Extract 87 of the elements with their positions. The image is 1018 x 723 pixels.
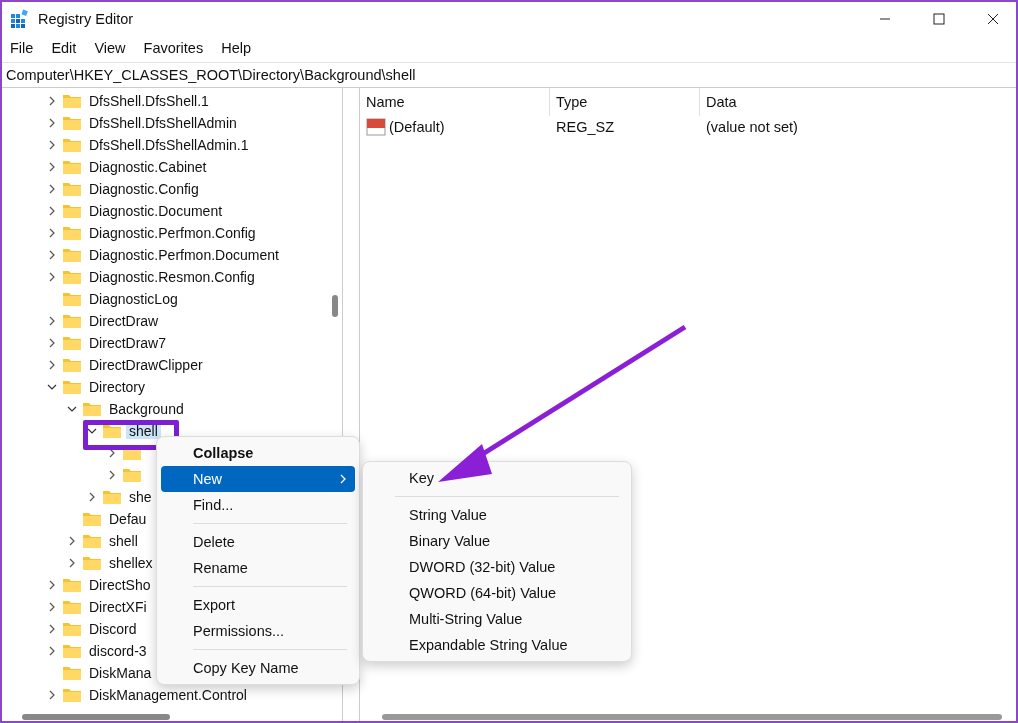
menu-item[interactable]: Find... xyxy=(161,492,355,518)
tree-item[interactable]: Diagnostic.Resmon.Config xyxy=(86,269,258,285)
tree-item[interactable]: DiskMana xyxy=(86,665,155,681)
menu-item[interactable]: QWORD (64-bit) Value xyxy=(367,580,627,606)
menu-item[interactable]: Rename xyxy=(161,555,355,581)
folder-icon xyxy=(62,269,82,285)
scrollbar-thumb[interactable] xyxy=(382,714,1002,720)
folder-icon xyxy=(62,621,82,637)
tree-item[interactable]: discord-3 xyxy=(86,643,150,659)
folder-icon xyxy=(62,665,82,681)
tree-item[interactable]: DirectXFi xyxy=(86,599,150,615)
scrollbar-thumb[interactable] xyxy=(332,295,338,317)
tree-item[interactable]: DirectDraw xyxy=(86,313,162,329)
menu-item[interactable]: Binary Value xyxy=(367,528,627,554)
menu-item[interactable]: DWORD (32-bit) Value xyxy=(367,554,627,580)
tree-item[interactable]: DirectSho xyxy=(86,577,154,593)
folder-icon xyxy=(122,467,142,483)
menu-item[interactable]: Permissions... xyxy=(161,618,355,644)
folder-icon xyxy=(62,379,82,395)
tree-item[interactable]: DirectDrawClipper xyxy=(86,357,206,373)
tree-item[interactable]: Diagnostic.Cabinet xyxy=(86,159,210,175)
scrollbar-thumb[interactable] xyxy=(22,714,170,720)
menu-item[interactable]: Multi-String Value xyxy=(367,606,627,632)
close-icon[interactable] xyxy=(987,13,999,25)
tree-item[interactable]: Diagnostic.Perfmon.Config xyxy=(86,225,259,241)
address-bar[interactable]: Computer\HKEY_CLASSES_ROOT\Directory\Background\shell xyxy=(2,62,1016,88)
menu-item[interactable]: Collapse xyxy=(161,440,355,466)
tree-item[interactable]: Diagnostic.Config xyxy=(86,181,202,197)
folder-icon xyxy=(62,643,82,659)
tree-item[interactable]: shellex xyxy=(106,555,156,571)
menu-bar-item[interactable]: Favorites xyxy=(143,40,212,56)
tree-item[interactable]: Diagnostic.Document xyxy=(86,203,226,219)
window-title: Registry Editor xyxy=(38,11,135,27)
tree-item[interactable]: DfsShell.DfsShell.1 xyxy=(86,93,212,109)
tree-item[interactable]: Defau xyxy=(106,511,150,527)
folder-icon xyxy=(102,489,122,505)
tree-item[interactable]: DiagnosticLog xyxy=(86,291,181,307)
menu-item[interactable]: Export xyxy=(161,592,355,618)
folder-icon xyxy=(62,225,82,241)
tree-item[interactable]: DirectDraw7 xyxy=(86,335,169,351)
folder-icon xyxy=(82,533,102,549)
folder-icon xyxy=(62,159,82,175)
tree-item[interactable]: DfsShell.DfsShellAdmin.1 xyxy=(86,137,252,153)
menu-item[interactable]: Copy Key Name xyxy=(161,655,355,681)
folder-icon xyxy=(62,137,82,153)
tree-item[interactable]: Diagnostic.Perfmon.Document xyxy=(86,247,282,263)
folder-icon xyxy=(62,247,82,263)
folder-icon xyxy=(82,511,102,527)
folder-icon xyxy=(62,181,82,197)
folder-icon xyxy=(62,93,82,109)
tree-item[interactable]: DfsShell.DfsShellAdmin xyxy=(86,115,240,131)
value-data: (value not set) xyxy=(705,119,799,135)
value-type: REG_SZ xyxy=(555,119,615,135)
tree-item[interactable]: shell xyxy=(106,533,141,549)
folder-icon xyxy=(62,335,82,351)
app-icon xyxy=(10,9,30,29)
folder-icon xyxy=(62,203,82,219)
folder-icon xyxy=(62,577,82,593)
folder-icon xyxy=(62,687,82,703)
maximize-icon[interactable] xyxy=(933,13,945,25)
tree-item[interactable]: Directory xyxy=(86,379,148,395)
menu-item[interactable]: New xyxy=(161,466,355,492)
column-header[interactable]: Name xyxy=(360,88,550,116)
menu-item[interactable]: Delete xyxy=(161,529,355,555)
menu-item[interactable]: Key xyxy=(367,465,627,491)
tree-item[interactable]: she xyxy=(126,489,155,505)
folder-icon xyxy=(62,115,82,131)
folder-icon xyxy=(62,291,82,307)
folder-icon xyxy=(102,423,122,439)
tree-item[interactable]: Background xyxy=(106,401,187,417)
menu-item[interactable]: Expandable String Value xyxy=(367,632,627,658)
folder-icon xyxy=(62,313,82,329)
column-header[interactable]: Type xyxy=(550,88,700,116)
value-name[interactable]: (Default) xyxy=(389,119,445,135)
tree-item[interactable]: Discord xyxy=(86,621,140,637)
folder-icon xyxy=(62,599,82,615)
menu-item[interactable]: String Value xyxy=(367,502,627,528)
column-header[interactable]: Data xyxy=(700,88,900,116)
menu-bar-item[interactable]: Help xyxy=(221,40,259,56)
string-value-icon xyxy=(366,118,386,136)
folder-icon xyxy=(62,357,82,373)
menu-bar-item[interactable]: View xyxy=(94,40,134,56)
menu-bar-item[interactable]: Edit xyxy=(51,40,85,56)
folder-icon xyxy=(82,401,102,417)
tree-item[interactable]: DiskManagement.Control xyxy=(86,687,250,703)
menu-bar-item[interactable]: File xyxy=(10,40,42,56)
folder-icon xyxy=(82,555,102,571)
